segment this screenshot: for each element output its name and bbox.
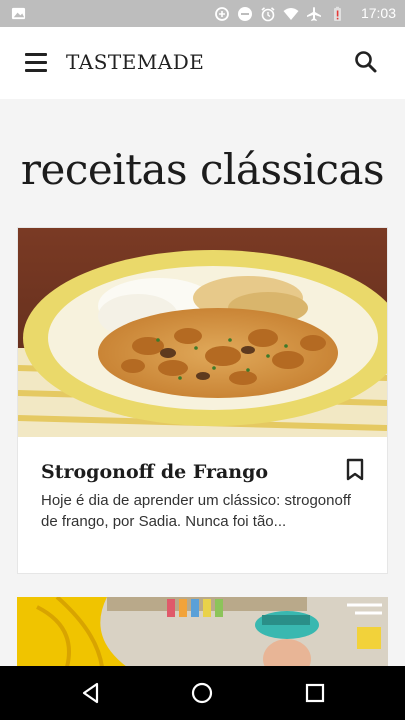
search-icon[interactable] [353,49,379,75]
wifi-icon [283,7,299,20]
brand-logo[interactable]: TASTEMADE [66,50,204,74]
status-time: 17:03 [360,5,396,21]
back-icon[interactable] [79,681,103,705]
alarm-icon [261,6,275,21]
recipe-title[interactable]: Strogonoff de Frango [41,461,268,483]
hamburger-menu-icon[interactable] [24,51,50,75]
recipe-card[interactable]: Strogonoff de Frango Hoje é dia de apren… [17,227,388,574]
recipe-image[interactable] [18,228,387,437]
status-icons [214,5,345,22]
data-saver-icon [215,6,229,21]
navigation-bar [0,666,405,720]
bookmark-icon[interactable] [345,458,365,482]
dnd-icon [238,6,252,21]
status-bar: 17:03 [0,0,405,27]
recents-icon[interactable] [303,681,327,705]
page-title: receitas clássicas [20,145,385,194]
recipe-description: Hoje é dia de aprender um clássico: stro… [41,492,351,530]
image-icon [11,7,26,20]
app-header: TASTEMADE [0,27,405,99]
home-icon[interactable] [190,681,214,705]
recipe-card-2[interactable] [17,597,388,667]
battery-alert-icon [334,6,341,21]
recipe-image-2[interactable] [17,597,388,667]
airplane-icon [307,6,321,21]
